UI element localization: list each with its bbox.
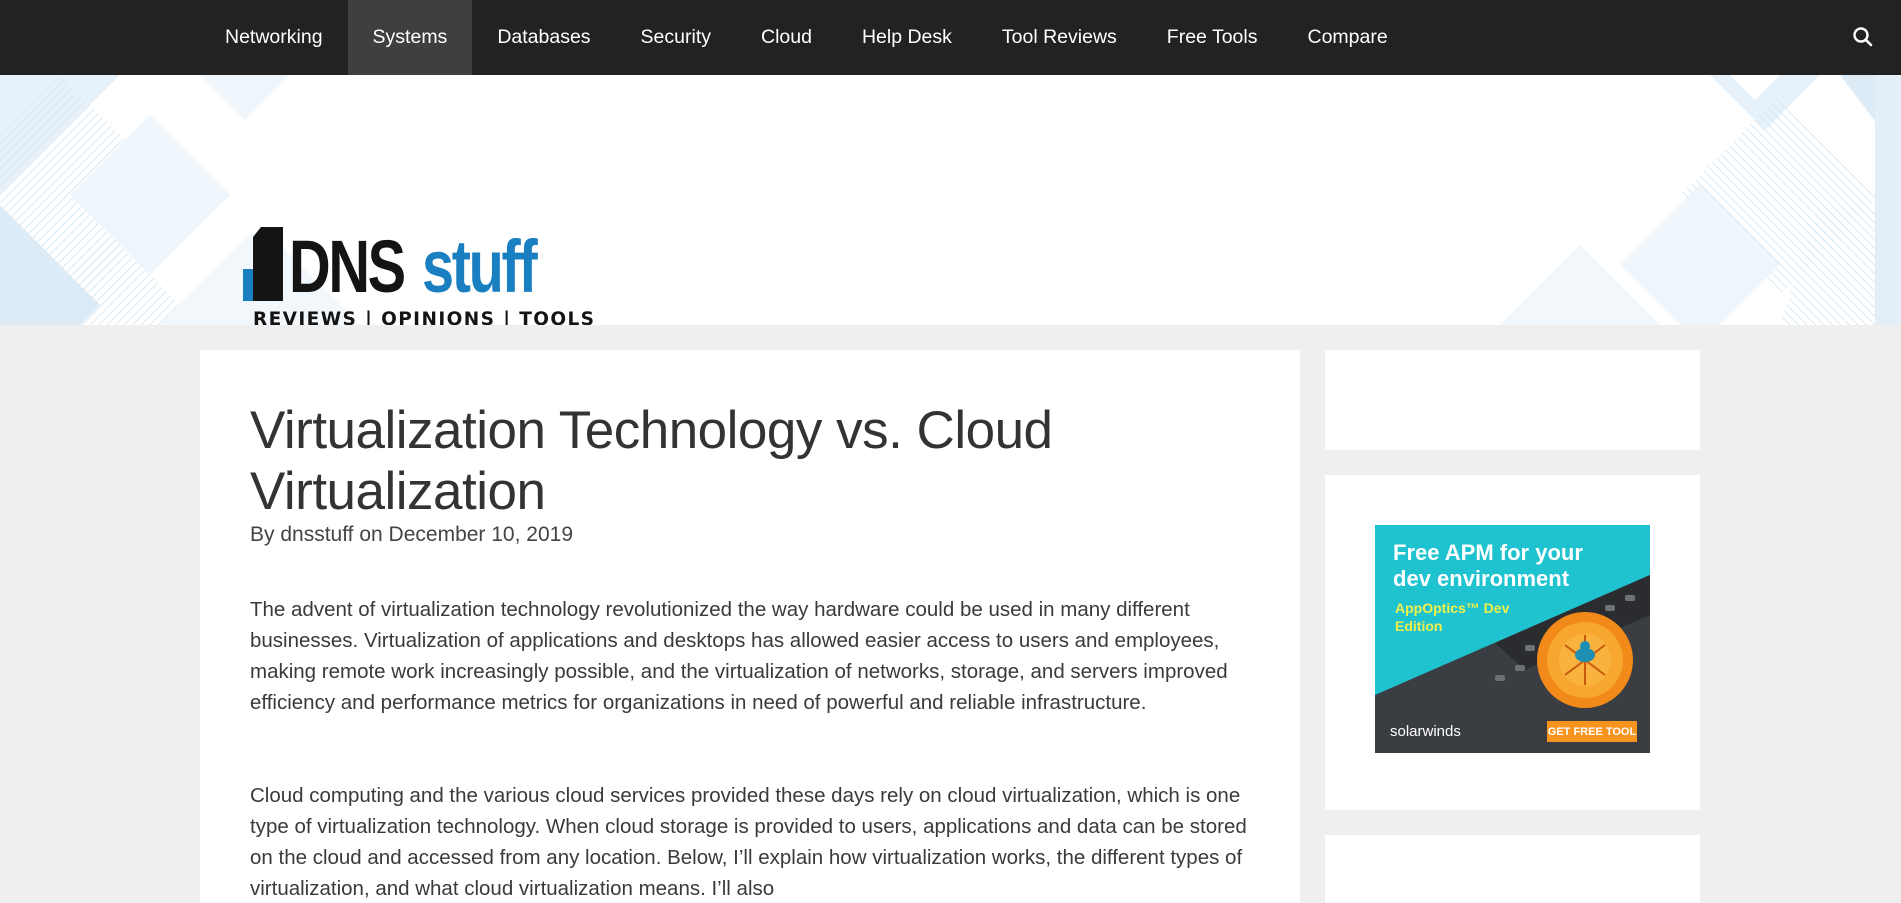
site-logo[interactable]: DNS stuff REVIEWS | OPINIONS | TOOLS bbox=[243, 223, 594, 325]
main-navigation: Networking Systems Databases Security Cl… bbox=[0, 0, 1901, 75]
ad-cta-button[interactable]: GET FREE TOOL bbox=[1547, 721, 1637, 742]
sidebar-widget-empty-bottom bbox=[1325, 835, 1700, 903]
logo-text-dns: DNS bbox=[289, 225, 406, 308]
ad-banner[interactable]: Free APM for your dev environment AppOpt… bbox=[1375, 525, 1650, 753]
logo-text-stuff: stuff bbox=[422, 225, 538, 308]
ad-headline: Free APM for your dev environment bbox=[1393, 540, 1583, 591]
nav-item-cloud[interactable]: Cloud bbox=[736, 0, 837, 75]
byline-prefix: By bbox=[250, 523, 281, 546]
logo-mark-icon bbox=[243, 227, 283, 301]
article-paragraph: Cloud computing and the various cloud se… bbox=[250, 784, 1247, 900]
search-button[interactable] bbox=[1848, 22, 1878, 52]
nav-item-tool-reviews[interactable]: Tool Reviews bbox=[977, 0, 1142, 75]
ad-product-name: AppOptics™ Dev Edition bbox=[1395, 600, 1510, 634]
site-header: DNS stuff REVIEWS | OPINIONS | TOOLS bbox=[0, 75, 1901, 325]
nav-item-networking[interactable]: Networking bbox=[200, 0, 348, 75]
sidebar-widget-empty bbox=[1325, 350, 1700, 450]
nav-list: Networking Systems Databases Security Cl… bbox=[200, 0, 1700, 75]
publish-date: December 10, 2019 bbox=[388, 523, 573, 546]
nav-item-security[interactable]: Security bbox=[616, 0, 736, 75]
nav-item-free-tools[interactable]: Free Tools bbox=[1142, 0, 1283, 75]
byline-on: on bbox=[353, 523, 389, 546]
article-paragraph: The advent of virtualization technology … bbox=[250, 598, 1228, 714]
article-title: Virtualization Technology vs. Cloud Virt… bbox=[250, 401, 1053, 521]
header-pattern-right bbox=[1480, 75, 1901, 325]
nav-inner: Networking Systems Databases Security Cl… bbox=[200, 0, 1873, 75]
article-card: Virtualization Technology vs. Cloud Virt… bbox=[200, 350, 1300, 903]
nav-item-compare[interactable]: Compare bbox=[1282, 0, 1412, 75]
ad-brand-logo: solarwinds bbox=[1390, 723, 1461, 740]
nav-item-databases[interactable]: Databases bbox=[472, 0, 615, 75]
sidebar-widget-ad: Free APM for your dev environment AppOpt… bbox=[1325, 475, 1700, 810]
nav-item-help-desk[interactable]: Help Desk bbox=[837, 0, 977, 75]
logo-tagline: REVIEWS | OPINIONS | TOOLS bbox=[253, 309, 596, 325]
search-icon bbox=[1853, 27, 1873, 47]
author-link[interactable]: dnsstuff bbox=[280, 523, 353, 546]
article-byline: By dnsstuff on December 10, 2019 bbox=[250, 523, 573, 547]
nav-item-systems[interactable]: Systems bbox=[347, 0, 473, 75]
